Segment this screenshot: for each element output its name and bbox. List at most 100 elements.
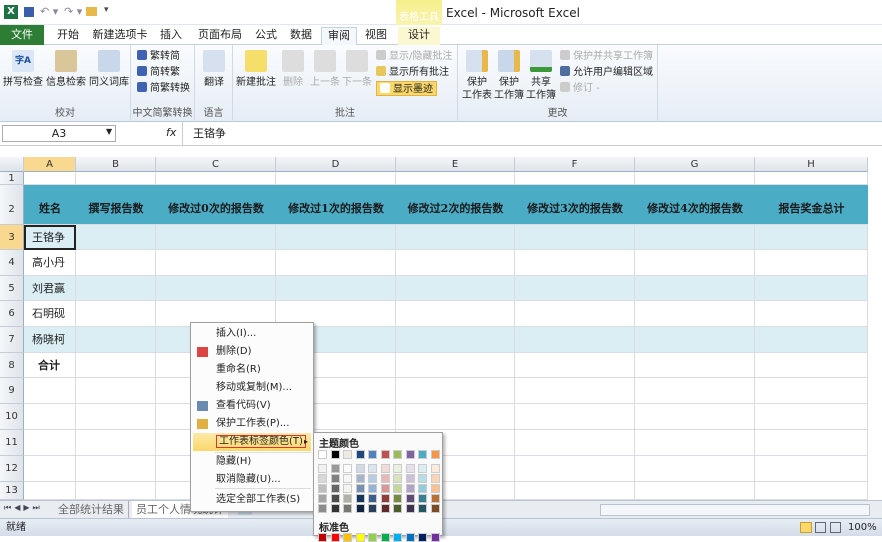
theme-color-shade-swatch[interactable] <box>343 504 352 513</box>
theme-color-shade-swatch[interactable] <box>343 494 352 503</box>
theme-color-shade-swatch[interactable] <box>393 474 402 483</box>
cell[interactable] <box>755 250 868 276</box>
theme-color-swatch[interactable] <box>393 450 402 459</box>
next-comment-button[interactable]: 下一条 <box>341 50 373 89</box>
cell[interactable] <box>396 250 515 276</box>
theme-color-shade-swatch[interactable] <box>393 464 402 473</box>
cell[interactable] <box>755 276 868 301</box>
theme-color-shade-swatch[interactable] <box>355 484 365 493</box>
cell[interactable] <box>276 172 396 185</box>
theme-color-shade-swatch[interactable] <box>368 494 377 503</box>
theme-color-shade-swatch[interactable] <box>418 474 427 483</box>
cell[interactable] <box>76 430 156 456</box>
cell[interactable] <box>635 378 755 404</box>
theme-color-swatch[interactable] <box>318 450 327 459</box>
theme-color-shade-swatch[interactable] <box>418 484 427 493</box>
cell[interactable] <box>515 456 635 482</box>
cell[interactable] <box>515 327 635 353</box>
theme-color-shade-swatch[interactable] <box>330 494 340 503</box>
tab-formulas[interactable]: 公式 <box>250 27 282 45</box>
column-header-C[interactable]: C <box>156 157 276 172</box>
cell[interactable] <box>755 378 868 404</box>
tab-file[interactable]: 文件 <box>0 25 44 45</box>
cell[interactable] <box>276 225 396 250</box>
cell[interactable] <box>276 276 396 301</box>
formula-input[interactable]: 王铬争 <box>182 122 882 146</box>
tab-home[interactable]: 开始 <box>50 27 86 45</box>
select-all-corner[interactable] <box>0 157 24 172</box>
theme-color-shade-swatch[interactable] <box>368 464 377 473</box>
context-menu-item[interactable]: 工作表标签颜色(T) ▸ <box>193 433 311 451</box>
cell-value[interactable]: 石明砚 <box>24 301 76 327</box>
allow-edit-ranges-button[interactable]: 允许用户编辑区域 <box>560 65 653 80</box>
chinese-conversion-button[interactable]: 简繁转换 <box>137 81 190 96</box>
row-header-10[interactable]: 10 <box>0 404 24 430</box>
row-header-4[interactable]: 4 <box>0 250 24 276</box>
cell[interactable] <box>515 430 635 456</box>
protect-workbook-button[interactable]: 保护 工作簿 <box>493 50 525 102</box>
cell[interactable] <box>156 276 276 301</box>
theme-color-shade-swatch[interactable] <box>430 484 440 493</box>
page-break-view-icon[interactable] <box>830 522 841 533</box>
cell[interactable] <box>755 225 868 250</box>
cell[interactable] <box>24 430 76 456</box>
theme-color-swatch[interactable] <box>368 450 377 459</box>
cell[interactable] <box>755 301 868 327</box>
cell[interactable] <box>24 404 76 430</box>
theme-color-swatch[interactable] <box>418 450 427 459</box>
column-header-E[interactable]: E <box>396 157 515 172</box>
cell-value[interactable]: 王铬争 <box>24 225 76 250</box>
share-workbook-button[interactable]: 共享 工作簿 <box>525 50 557 102</box>
standard-color-swatch[interactable] <box>368 533 377 542</box>
row-header-6[interactable]: 6 <box>0 301 24 327</box>
theme-color-shade-swatch[interactable] <box>368 504 377 513</box>
cell[interactable] <box>24 378 76 404</box>
cell[interactable] <box>24 172 76 185</box>
row-header-8[interactable]: 8 <box>0 353 24 378</box>
standard-color-swatch[interactable] <box>330 533 340 542</box>
context-menu-item[interactable]: 插入(I)... <box>193 325 311 343</box>
cell[interactable] <box>76 482 156 500</box>
context-menu-item[interactable]: 保护工作表(P)... <box>193 415 311 433</box>
column-header-G[interactable]: G <box>635 157 755 172</box>
cell[interactable] <box>515 482 635 500</box>
cell[interactable] <box>156 225 276 250</box>
cell[interactable] <box>635 250 755 276</box>
fx-icon[interactable]: fx <box>166 126 176 139</box>
theme-color-shade-swatch[interactable] <box>380 474 390 483</box>
cell[interactable] <box>635 276 755 301</box>
theme-color-shade-swatch[interactable] <box>430 504 440 513</box>
cell[interactable] <box>76 327 156 353</box>
track-changes-button[interactable]: 修订 - <box>560 81 600 96</box>
cell[interactable] <box>515 276 635 301</box>
cell[interactable] <box>76 250 156 276</box>
cell[interactable] <box>755 172 868 185</box>
show-hide-comment-button[interactable]: 显示/隐藏批注 <box>376 49 452 64</box>
tab-review[interactable]: 审阅 <box>321 27 357 45</box>
theme-color-shade-swatch[interactable] <box>318 474 327 483</box>
translate-button[interactable]: 翻译 <box>198 50 230 89</box>
cell[interactable] <box>396 172 515 185</box>
column-header-A[interactable]: A <box>24 157 76 172</box>
cell[interactable] <box>276 250 396 276</box>
customize-toolbar-icon[interactable]: ▾ <box>104 5 109 15</box>
theme-color-shade-swatch[interactable] <box>318 484 327 493</box>
cell[interactable] <box>635 404 755 430</box>
cell[interactable] <box>635 430 755 456</box>
context-menu-item[interactable]: 选定全部工作表(S) <box>193 491 311 509</box>
cell[interactable] <box>515 172 635 185</box>
cell[interactable] <box>635 172 755 185</box>
theme-color-shade-swatch[interactable] <box>343 484 352 493</box>
theme-color-shade-swatch[interactable] <box>430 474 440 483</box>
column-title[interactable]: 修改过0次的报告数 <box>156 185 276 225</box>
column-title[interactable]: 修改过1次的报告数 <box>276 185 396 225</box>
sheet-tab-summary[interactable]: 全部统计结果 <box>54 501 129 518</box>
trad-to-simp-button[interactable]: 繁转简 <box>137 49 180 64</box>
context-menu-item[interactable]: 取消隐藏(U)... <box>193 471 311 489</box>
context-menu-item[interactable]: 移动或复制(M)... <box>193 379 311 397</box>
theme-color-shade-swatch[interactable] <box>318 494 327 503</box>
theme-color-shade-swatch[interactable] <box>368 484 377 493</box>
standard-color-swatch[interactable] <box>343 533 352 542</box>
cell-value[interactable]: 杨晓柯 <box>24 327 76 353</box>
show-all-comments-button[interactable]: 显示所有批注 <box>376 65 449 80</box>
